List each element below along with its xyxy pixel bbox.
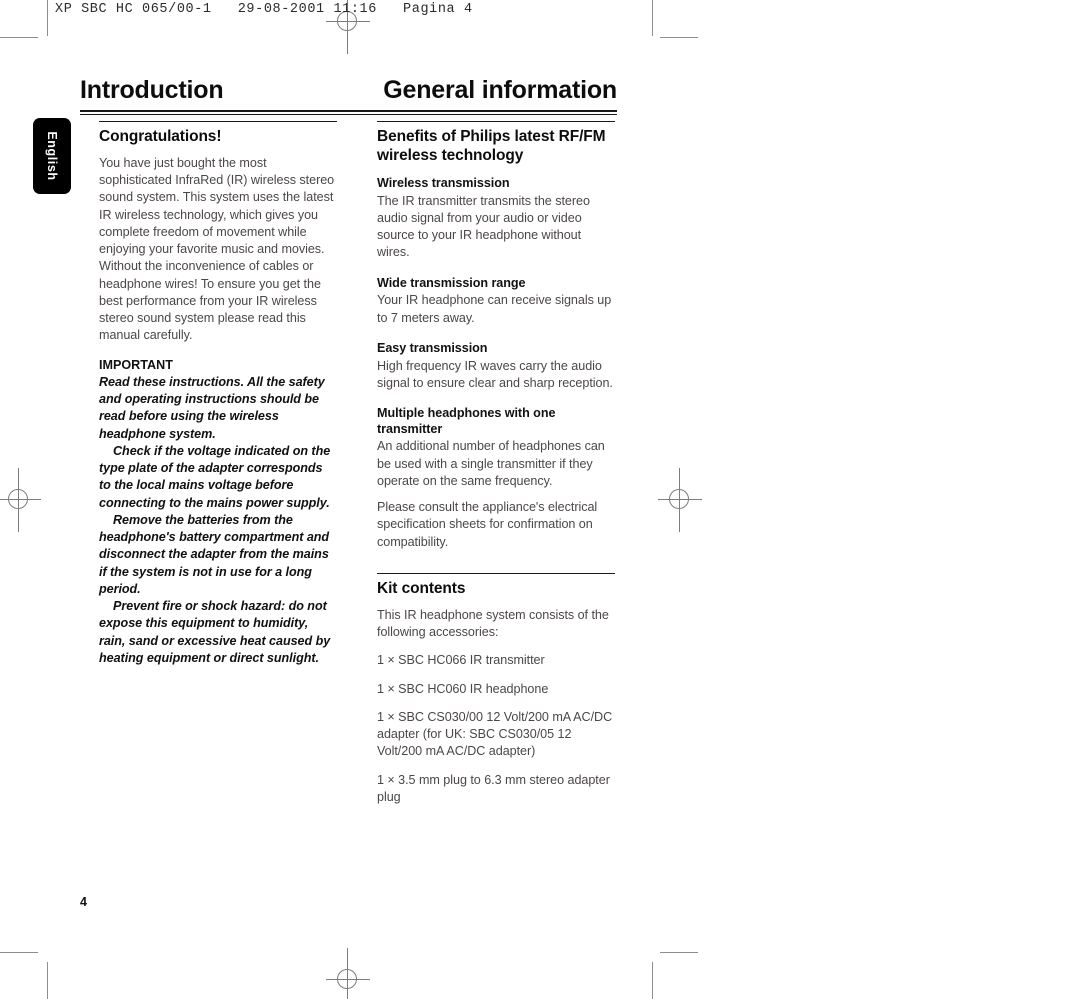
compatibility-note: Please consult the appliance's electrica… [377, 500, 598, 549]
important-label: IMPORTANT [99, 357, 173, 372]
section-title-kit-contents: Kit contents [377, 579, 466, 597]
warning-check-voltage: Check if the voltage indicated on the ty… [99, 443, 331, 510]
page-title-right: General information [383, 76, 617, 104]
subsection-text-wide-transmission-range: Your IR headphone can receive signals up… [377, 293, 612, 325]
page-number: 4 [80, 895, 87, 909]
subsection-text-multiple-headphones: An additional number of headphones can b… [377, 439, 605, 488]
kit-contents-intro: This IR headphone system consists of the… [377, 607, 609, 640]
intro-paragraph: You have just bought the most sophistica… [99, 155, 335, 343]
section-title-benefits: Benefits of Philips latest RF/FM wireles… [377, 128, 606, 164]
chapter-header-rule [80, 110, 617, 115]
chapter-header-titles: Introduction General information [80, 76, 617, 105]
section-rule-benefits [377, 121, 615, 122]
right-column: Benefits of Philips latest RF/FM wireles… [377, 121, 615, 817]
page-content: Introduction General information Congrat… [0, 0, 1080, 999]
section-title-congratulations: Congratulations! [99, 128, 222, 145]
subsection-title-wide-transmission-range: Wide transmission range [377, 275, 526, 290]
chapter-header: Introduction General information [80, 76, 617, 115]
left-column: Congratulations! You have just bought th… [99, 121, 337, 667]
subsection-text-easy-transmission: High frequency IR waves carry the audio … [377, 358, 613, 390]
subsection-text-wireless-transmission: The IR transmitter transmits the stereo … [377, 193, 590, 260]
subsection-title-wireless-transmission: Wireless transmission [377, 175, 510, 190]
kit-item-transmitter: 1 × SBC HC066 IR transmitter [377, 653, 545, 668]
section-rule-congratulations [99, 121, 337, 122]
page-canvas: XP SBC HC 065/00-1 29-08-2001 11:16 Pagi… [0, 0, 1080, 999]
warning-read-instructions: Read these instructions. All the safety … [99, 374, 325, 441]
warning-remove-batteries: Remove the batteries from the headphone'… [99, 512, 330, 596]
subsection-title-easy-transmission: Easy transmission [377, 340, 488, 355]
warning-prevent-fire: Prevent fire or shock hazard: do not exp… [99, 599, 331, 665]
kit-item-adapter: 1 × SBC CS030/00 12 Volt/200 mA AC/DC ad… [377, 709, 613, 759]
kit-item-headphone: 1 × SBC HC060 IR headphone [377, 681, 549, 696]
subsection-title-multiple-headphones: Multiple headphones with one transmitter [377, 406, 556, 436]
page-title-left: Introduction [80, 76, 224, 104]
kit-item-stereo-plug: 1 × 3.5 mm plug to 6.3 mm stereo adapter… [377, 772, 610, 804]
section-rule-kit-contents [377, 572, 615, 574]
